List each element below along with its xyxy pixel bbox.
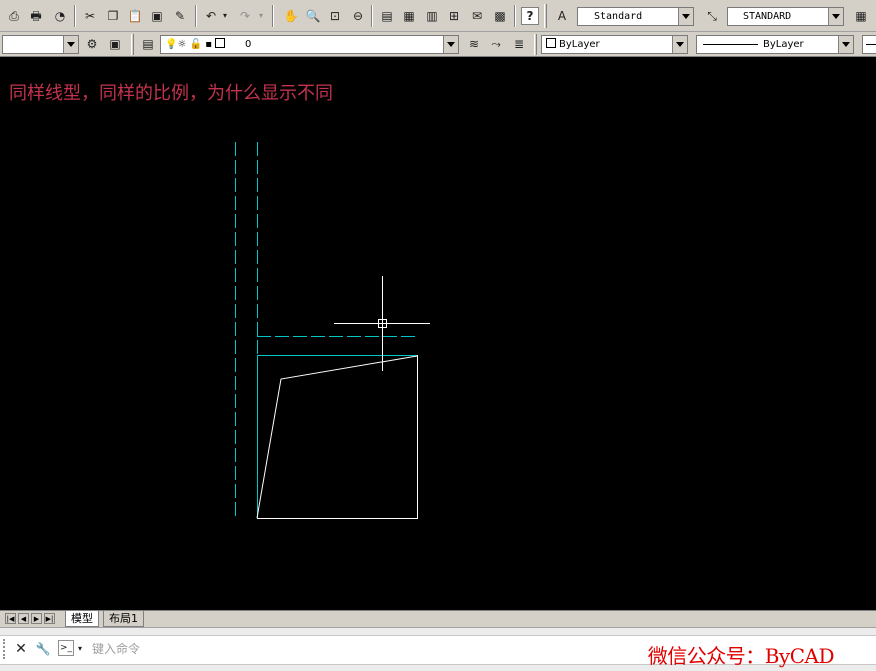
text-style-combo[interactable]: Standard [577, 7, 694, 26]
layer-name: 0 [245, 39, 252, 50]
wechat-watermark: 微信公众号：ByCAD [647, 644, 835, 668]
toolbar-grip[interactable] [131, 34, 134, 55]
properties-icon[interactable]: ▤ [378, 7, 396, 25]
toolbar-separator [272, 5, 274, 27]
cut-icon[interactable]: ✂ [81, 7, 99, 25]
dim-style-icon[interactable]: ⤡ [703, 7, 721, 25]
linetype-combo[interactable]: ByLayer [696, 35, 854, 54]
zoom-realtime-icon[interactable]: 🔍 [304, 7, 322, 25]
workspace-save-icon[interactable]: ▣ [106, 35, 124, 53]
color-combo[interactable]: ByLayer [541, 35, 688, 54]
command-input[interactable]: 键入命令 [92, 636, 140, 662]
tool-palettes-icon[interactable]: ▥ [423, 7, 441, 25]
command-line-bar: ✕ 🔧 >_ ▾ 键入命令 微信公众号：ByCAD [0, 635, 876, 668]
design-center-icon[interactable]: ▦ [400, 7, 418, 25]
command-prompt-icon[interactable]: >_ [58, 640, 74, 656]
linetype-value: ByLayer [763, 39, 804, 50]
toolbar-grip[interactable] [534, 34, 537, 55]
layers-toolbar: ⚙ ▣ ▤ 💡☼ 🔓 ▪ 0 ≋ ⤳ ≣ ByLayer ByLayer [0, 32, 876, 57]
pan-icon[interactable]: ✋ [282, 7, 300, 25]
chevron-down-icon[interactable] [63, 36, 78, 53]
lineweight-sample [866, 44, 876, 45]
zoom-window-icon[interactable]: ⊡ [326, 7, 344, 25]
command-grip[interactable] [3, 639, 8, 659]
copy-icon[interactable]: ❐ [104, 7, 122, 25]
layer-combo[interactable]: 💡☼ 🔓 ▪ 0 [160, 35, 459, 54]
drawing-canvas[interactable]: 同样线型，同样的比例，为什么显示不同 [0, 57, 876, 610]
publish-icon[interactable]: ◔ [51, 7, 69, 25]
paste-icon[interactable]: 📋 [126, 7, 144, 25]
first-tab-icon[interactable]: |◀ [5, 613, 16, 624]
color-swatch [546, 38, 556, 48]
prev-tab-icon[interactable]: ◀ [18, 613, 29, 624]
toolbar-grip[interactable] [544, 4, 547, 28]
close-icon[interactable]: ✕ [12, 640, 30, 658]
chevron-down-icon[interactable] [672, 36, 687, 53]
toolbar-separator [514, 5, 516, 27]
table-style-icon[interactable]: ▦ [852, 7, 870, 25]
help-icon[interactable]: ? [521, 7, 539, 25]
toolbar-separator [74, 5, 76, 27]
layer-properties-icon[interactable]: ▤ [139, 35, 157, 53]
layout-tabs-bar: |◀ ◀ ▶ ▶| 模型 布局1 [0, 610, 876, 628]
chevron-down-icon[interactable] [443, 36, 458, 53]
layer-current-icon[interactable]: ≋ [465, 35, 483, 53]
color-value: ByLayer [546, 36, 600, 53]
redo-dropdown-icon[interactable]: ▾ [256, 7, 266, 25]
layer-state-manager-icon[interactable]: ≣ [510, 35, 528, 53]
zoom-previous-icon[interactable]: ⊖ [349, 7, 367, 25]
toolbar-separator [195, 5, 197, 27]
text-style-value: Standard [594, 11, 643, 22]
lineweight-combo[interactable] [862, 35, 876, 54]
chevron-down-icon[interactable] [678, 8, 693, 25]
calculator-icon[interactable]: ▩ [491, 7, 509, 25]
dim-style-value: STANDARD [743, 11, 792, 22]
wrench-icon[interactable]: 🔧 [34, 640, 52, 658]
layer-state-icons: 💡☼ 🔓 ▪ [165, 36, 228, 53]
chevron-down-icon[interactable] [828, 8, 843, 25]
next-tab-icon[interactable]: ▶ [31, 613, 42, 624]
undo-icon[interactable]: ↶ [202, 7, 220, 25]
workspace-settings-icon[interactable]: ⚙ [83, 35, 101, 53]
preview-icon[interactable]: ⎙ [5, 7, 23, 25]
chevron-down-icon[interactable] [838, 36, 853, 53]
toolbar-separator [371, 5, 373, 27]
linetype-sample [703, 44, 758, 45]
dim-style-combo[interactable]: STANDARD [727, 7, 844, 26]
undo-dropdown-icon[interactable]: ▾ [220, 7, 230, 25]
tab-model[interactable]: 模型 [65, 611, 99, 627]
layer-previous-icon[interactable]: ⤳ [487, 35, 505, 53]
command-line-area: ✕ 🔧 >_ ▾ 键入命令 微信公众号：ByCAD [0, 627, 876, 671]
markup-icon[interactable]: ✉ [468, 7, 486, 25]
chevron-down-icon[interactable]: ▾ [75, 640, 85, 658]
tab-layout1[interactable]: 布局1 [103, 611, 144, 627]
match-properties-icon[interactable]: ▣ [148, 7, 166, 25]
brush-icon[interactable]: ✎ [171, 7, 189, 25]
redo-icon[interactable]: ↷ [236, 7, 254, 25]
white-sloped-polyline [256, 355, 418, 519]
last-tab-icon[interactable]: ▶| [44, 613, 55, 624]
workspace-combo[interactable] [2, 35, 79, 54]
drawing-geometry [235, 142, 430, 519]
standard-toolbar: ⎙ 🖶 ◔ ✂ ❐ 📋 ▣ ✎ ↶ ▾ ↷ ▾ ✋ 🔍 ⊡ ⊖ ▤ ▦ ▥ ⊞ … [0, 0, 876, 32]
text-style-icon[interactable]: A [553, 7, 571, 25]
sheet-set-icon[interactable]: ⊞ [445, 7, 463, 25]
plot-icon[interactable]: 🖶 [27, 7, 45, 25]
